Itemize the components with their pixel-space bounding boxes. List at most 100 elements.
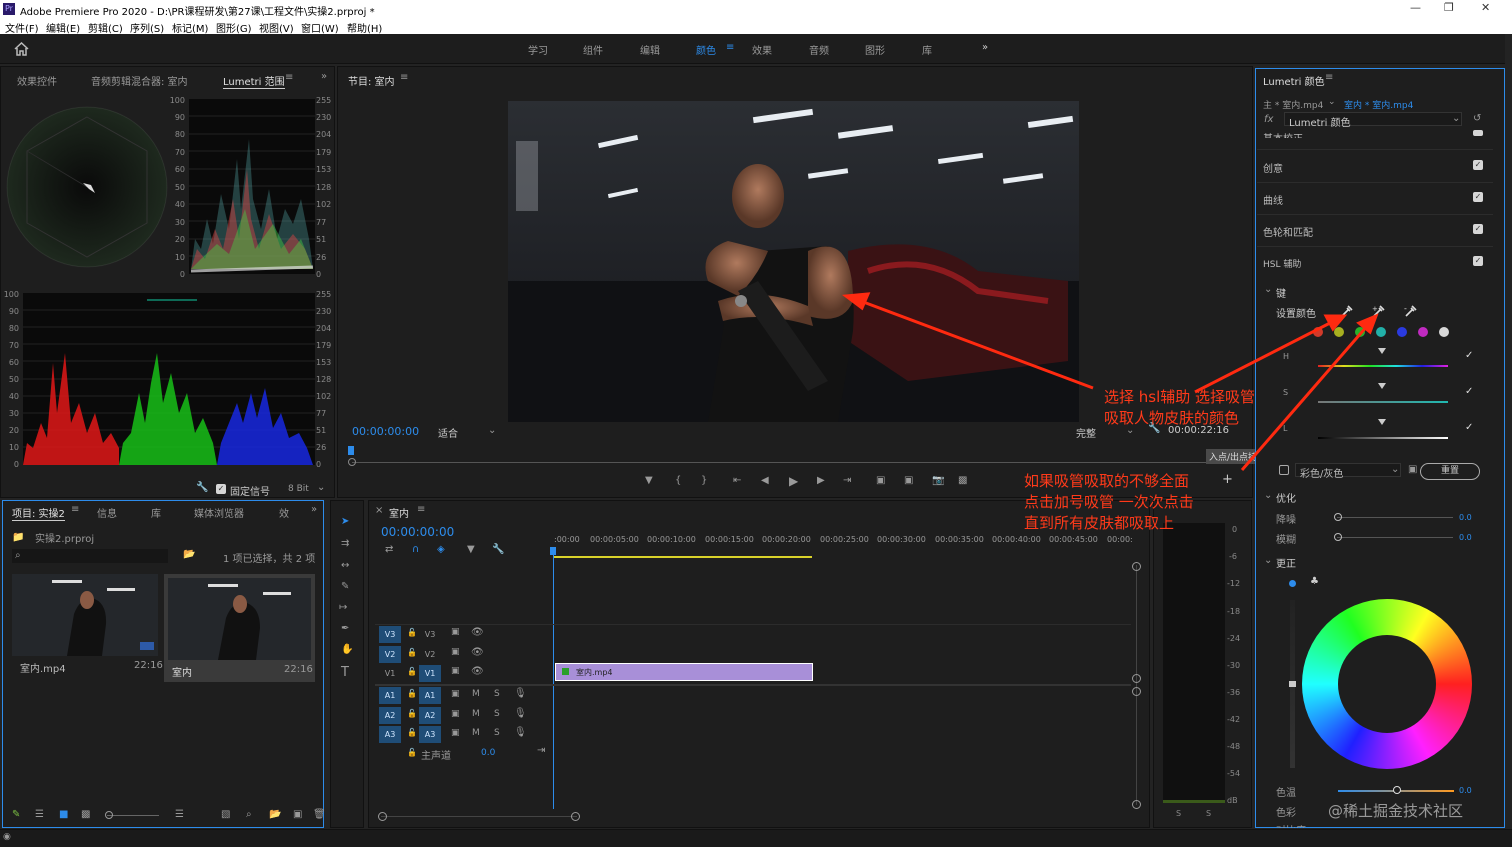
playhead-marker[interactable] (348, 446, 354, 455)
single-wheel-mode-icon[interactable] (1289, 580, 1296, 587)
denoise-slider[interactable] (1337, 517, 1453, 518)
scroll-handle[interactable] (1132, 562, 1141, 571)
mic-icon[interactable]: 🎙 (514, 688, 527, 699)
lock-icon[interactable]: 🔓 (407, 748, 417, 757)
denoise-value[interactable]: 0.0 (1459, 513, 1472, 522)
pen-tool-icon[interactable]: ✒ (341, 623, 349, 634)
menu-file[interactable]: 文件(F) (5, 20, 39, 35)
go-to-out-icon[interactable]: ⇥ (843, 475, 851, 486)
solo-button[interactable]: S (494, 709, 500, 719)
workspace-effects[interactable]: 效果 (752, 42, 772, 57)
list-view-icon[interactable]: ☰ (35, 809, 44, 820)
color-gray-checkbox[interactable] (1279, 465, 1289, 475)
three-wheel-mode-icon[interactable]: ♣ (1310, 576, 1319, 587)
track-name-v1[interactable]: V1 (419, 665, 441, 682)
vertical-scrollbar[interactable] (1136, 565, 1137, 805)
mute-button[interactable]: M (472, 689, 480, 699)
trash-icon[interactable]: 🗑 (313, 809, 326, 820)
new-item-icon[interactable]: ▣ (293, 809, 302, 820)
track-name-a3[interactable]: A3 (419, 726, 441, 743)
sync-lock-icon[interactable]: ▣ (451, 728, 460, 738)
eye-icon[interactable]: 👁 (471, 666, 484, 677)
section-creative[interactable]: 创意 (1263, 160, 1283, 175)
hand-tool-icon[interactable]: ✋ (341, 644, 353, 655)
program-timecode[interactable]: 00:00:00:00 (352, 425, 419, 438)
menu-sequence[interactable]: 序列(S) (130, 20, 164, 35)
go-to-end-icon[interactable]: ⇥ (537, 745, 545, 756)
scroll-handle[interactable] (1132, 800, 1141, 809)
home-icon[interactable] (14, 42, 29, 56)
swatch-green[interactable] (1355, 327, 1365, 337)
solo-left-button[interactable]: S (1176, 809, 1181, 818)
correction-section-label[interactable]: 更正 (1276, 555, 1296, 570)
eye-icon[interactable]: 👁 (471, 647, 484, 658)
work-area-bar[interactable] (554, 556, 812, 558)
lumetri-menu-icon[interactable]: ≡ (1325, 72, 1333, 83)
chevron-down-icon[interactable]: ⌄ (317, 482, 325, 493)
solo-button[interactable]: S (494, 689, 500, 699)
timeline-settings-icon[interactable]: 🔧 (492, 544, 504, 555)
curves-checkbox[interactable]: ✓ (1473, 192, 1483, 202)
fit-chevron-icon[interactable]: ⌄ (488, 425, 496, 436)
menu-view[interactable]: 视图(V) (259, 20, 294, 35)
denoise-slider-handle[interactable] (1334, 513, 1342, 521)
swatch-magenta[interactable] (1418, 327, 1428, 337)
saturation-check-icon[interactable]: ✓ (1465, 386, 1473, 397)
key-section-label[interactable]: 键 (1276, 285, 1286, 300)
slip-tool-icon[interactable]: ↦ (339, 602, 347, 613)
track-name-a2[interactable]: A2 (419, 707, 441, 724)
sync-lock-icon[interactable]: ▣ (451, 709, 460, 719)
add-marker-icon[interactable]: ▼ (467, 544, 475, 555)
mic-icon[interactable]: 🎙 (514, 708, 527, 719)
tab-project[interactable]: 项目: 实操2 (12, 505, 65, 521)
key-chevron-icon[interactable]: ⌄ (1264, 284, 1272, 295)
pencil-icon[interactable]: ✎ (12, 809, 20, 820)
new-bin-icon[interactable]: 📂 (183, 549, 195, 560)
swatch-blue[interactable] (1397, 327, 1407, 337)
mute-button[interactable]: M (472, 728, 480, 738)
zoom-slider[interactable] (107, 815, 159, 816)
export-frame-icon[interactable]: 📷 (932, 475, 944, 486)
sync-lock-icon[interactable]: ▣ (451, 627, 460, 637)
track-name-v2[interactable]: V2 (419, 646, 441, 663)
scroll-handle[interactable] (378, 812, 387, 821)
reset-button[interactable]: 重置 (1420, 463, 1480, 480)
saturation-range-handle[interactable] (1378, 383, 1386, 401)
sequence-clip-link[interactable]: 室内 * 室内.mp4 (1344, 98, 1413, 111)
lock-icon[interactable]: 🔓 (407, 667, 417, 676)
source-clip-label[interactable]: 主 * 室内.mp4 (1263, 98, 1323, 111)
tab-library[interactable]: 库 (151, 505, 161, 520)
extract-icon[interactable]: ▣ (904, 475, 913, 486)
type-tool-icon[interactable]: T (341, 665, 349, 680)
saturation-range-slider[interactable] (1318, 401, 1448, 403)
close-sequence-icon[interactable]: × (375, 505, 383, 516)
project-item-selected[interactable]: 室内 22:16 (164, 574, 315, 682)
zoom-fit-select[interactable]: 适合 (438, 425, 458, 440)
workspace-editing[interactable]: 编辑 (640, 42, 660, 57)
sync-lock-icon[interactable]: ▣ (451, 666, 460, 676)
track-target-a3[interactable]: A3 (379, 726, 401, 743)
refine-chevron-icon[interactable]: ⌄ (1264, 490, 1272, 501)
ripple-edit-icon[interactable]: ↔ (341, 560, 349, 571)
menu-window[interactable]: 窗口(W) (301, 20, 339, 35)
workspace-menu-icon[interactable]: ≡ (726, 42, 734, 53)
luminance-range-handle[interactable] (1378, 419, 1386, 437)
expand-panel-icon[interactable]: » (321, 71, 327, 82)
track-name-v3[interactable]: V3 (419, 626, 441, 643)
solo-right-button[interactable]: S (1206, 809, 1211, 818)
reset-effect-icon[interactable]: ↺ (1473, 113, 1481, 124)
razor-icon[interactable]: ✎ (341, 581, 349, 592)
scrubber-handle[interactable] (348, 458, 356, 466)
menu-graphics[interactable]: 图形(G) (216, 20, 252, 35)
temperature-slider-handle[interactable] (1393, 786, 1401, 794)
more-workspaces-icon[interactable]: » (982, 42, 988, 53)
horizontal-scrollbar[interactable] (381, 816, 577, 817)
menu-help[interactable]: 帮助(H) (347, 20, 382, 35)
zoom-slider-handle[interactable] (105, 811, 113, 819)
sync-lock-icon[interactable]: ▣ (451, 689, 460, 699)
lock-icon[interactable]: 🔓 (407, 648, 417, 657)
linked-selection-icon[interactable]: ◈ (437, 544, 445, 555)
tab-media-browser[interactable]: 媒体浏览器 (194, 505, 244, 520)
creative-checkbox[interactable]: ✓ (1473, 160, 1483, 170)
project-menu-icon[interactable]: ≡ (71, 504, 79, 515)
